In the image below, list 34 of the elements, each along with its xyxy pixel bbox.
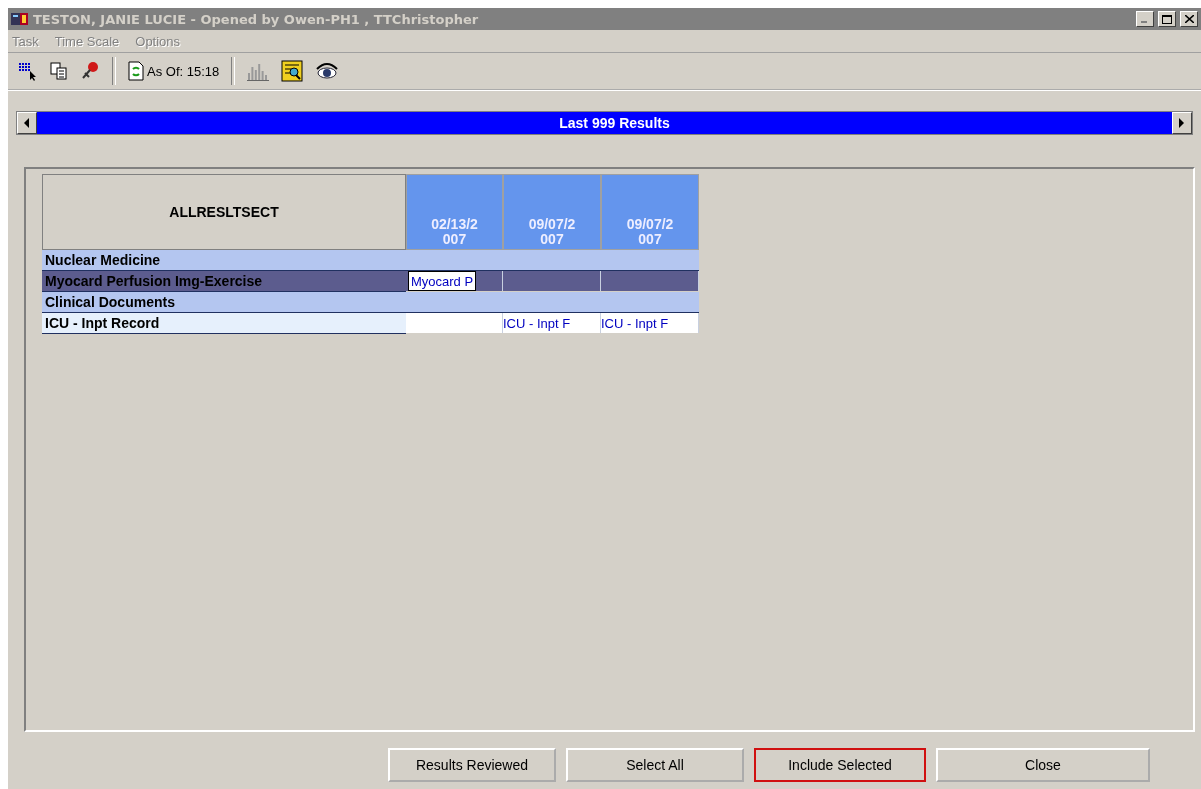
section-row[interactable]: Clinical Documents	[42, 292, 406, 313]
left-arrow-icon	[24, 118, 30, 128]
bar-chart-icon[interactable]	[247, 61, 270, 81]
range-label: Last 999 Results	[558, 115, 670, 131]
action-button[interactable]: Select All	[566, 748, 744, 782]
action-button[interactable]: Include Selected	[754, 748, 926, 782]
result-cell[interactable]	[503, 271, 601, 291]
maximize-button[interactable]	[1158, 11, 1176, 27]
result-cell[interactable]: ICU - Inpt F	[601, 313, 699, 333]
grid-select-icon[interactable]	[18, 61, 38, 81]
result-cell[interactable]: ICU - Inpt F	[503, 313, 601, 333]
eye-icon[interactable]	[315, 61, 340, 81]
result-cell[interactable]	[601, 271, 699, 291]
result-cell[interactable]	[406, 313, 503, 333]
close-icon	[1184, 15, 1194, 23]
column-header: ALLRESLTSECT	[42, 174, 406, 250]
result-row-label[interactable]: ICU - Inpt Record	[42, 313, 406, 334]
minimize-button[interactable]	[1136, 11, 1154, 27]
as-of-button[interactable]: As Of: 15:18	[128, 61, 220, 81]
scroll-right-button[interactable]	[1172, 112, 1192, 134]
right-arrow-icon	[1179, 118, 1185, 128]
magnifier-document-icon[interactable]	[281, 60, 304, 82]
copy-icon[interactable]	[50, 62, 68, 80]
app-icon	[11, 11, 29, 27]
maximize-icon	[1162, 14, 1172, 24]
action-button[interactable]: Close	[936, 748, 1150, 782]
result-cell[interactable]: Myocard P	[406, 271, 503, 291]
close-button[interactable]	[1180, 11, 1198, 27]
refresh-document-icon	[128, 61, 144, 81]
window-title: TESTON, JANIE LUCIE - Opened by Owen-PH1 , TTChristopher	[33, 11, 480, 27]
section-row[interactable]: Nuclear Medicine	[42, 250, 406, 271]
pin-icon[interactable]	[80, 61, 100, 81]
scroll-left-button[interactable]	[17, 112, 37, 134]
action-button[interactable]: Results Reviewed	[388, 748, 556, 782]
